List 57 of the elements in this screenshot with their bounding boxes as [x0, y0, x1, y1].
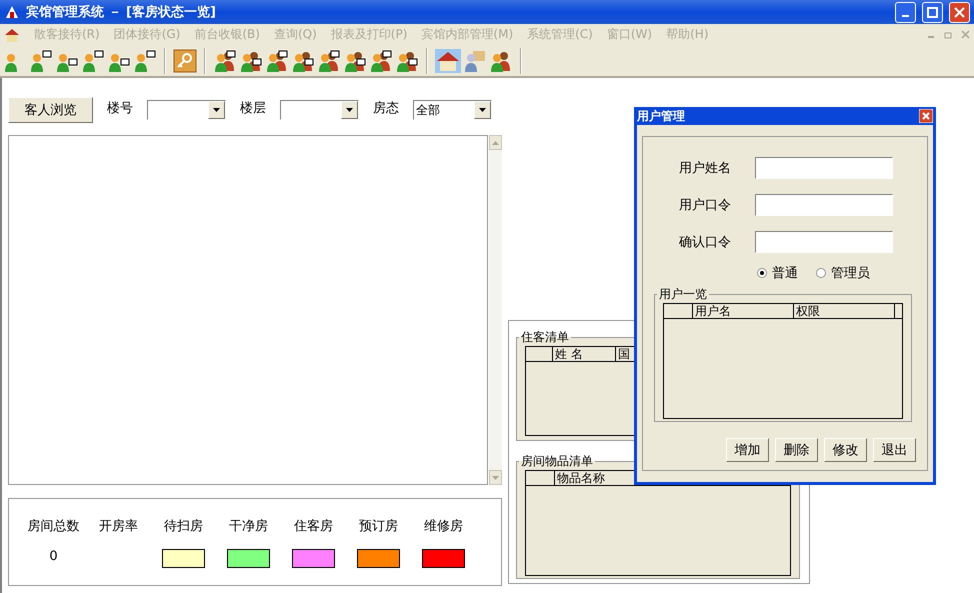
maximize-icon [927, 6, 938, 18]
group-title: 用户一览 [658, 286, 708, 303]
legend-label: 干净房 [229, 518, 268, 534]
room-count: 0 [49, 548, 58, 566]
dialog-button[interactable]: 修改 [824, 438, 867, 462]
filter-dropdown[interactable] [147, 100, 226, 120]
person-icon[interactable] [81, 48, 105, 72]
radio-icon[interactable] [757, 268, 767, 278]
key-icon[interactable] [173, 48, 197, 72]
minimize-button[interactable] [895, 2, 916, 22]
people-icon[interactable] [213, 48, 237, 72]
window-title: 宾馆管理系统 － [客房状态一览] [26, 4, 217, 21]
people-icon[interactable] [265, 48, 289, 72]
field-label: 用户姓名 [679, 160, 731, 176]
field-label: 确认口令 [679, 234, 731, 250]
group-title: 房间物品清单 [520, 453, 594, 470]
filter-dropdown[interactable]: 全部 [413, 100, 492, 120]
filter-label: 房态 [373, 100, 399, 117]
dialog-button[interactable]: 退出 [873, 438, 916, 462]
column-header[interactable]: 姓 名 [553, 347, 616, 361]
radio-icon[interactable] [816, 268, 826, 278]
filter-label: 楼层 [240, 100, 266, 117]
dialog-button[interactable]: 增加 [726, 438, 769, 462]
legend-label: 维修房 [424, 518, 463, 534]
column-header[interactable]: 权限 [794, 304, 895, 318]
dialog-title: 用户管理 [637, 108, 685, 124]
person-icon[interactable] [29, 48, 53, 72]
role-radio[interactable]: 普通 [757, 264, 798, 282]
caret-icon [213, 108, 220, 112]
browse-guests-button[interactable]: 客人浏览 [8, 97, 93, 123]
caret-icon [346, 108, 353, 112]
legend-label: 预订房 [359, 518, 398, 534]
close-button[interactable] [949, 2, 970, 22]
legend-label: 待扫房 [164, 518, 203, 534]
people-icon[interactable] [369, 48, 393, 72]
dialog-button[interactable]: 删除 [775, 438, 818, 462]
role-radio[interactable]: 管理员 [816, 264, 870, 282]
legend-label: 住客房 [294, 518, 333, 534]
input-field[interactable] [755, 230, 893, 252]
group-title: 住客清单 [520, 329, 570, 346]
close-icon [954, 6, 965, 18]
caret-icon [479, 108, 486, 112]
column-header[interactable]: 用户名 [693, 304, 794, 318]
filter-dropdown[interactable] [280, 100, 359, 120]
legend-label: 房间总数 [28, 518, 80, 534]
people-icon[interactable] [317, 48, 341, 72]
minimize-icon [902, 15, 909, 17]
legend-label: 开房率 [99, 518, 138, 534]
input-field[interactable] [755, 156, 893, 178]
house-icon[interactable] [435, 48, 461, 72]
maximize-button[interactable] [922, 2, 943, 22]
house-icon [4, 26, 20, 42]
filter-label: 楼号 [107, 100, 133, 117]
app-icon [4, 4, 20, 20]
field-label: 用户口令 [679, 196, 731, 214]
person-icon[interactable] [133, 48, 157, 72]
input-field[interactable] [755, 194, 893, 216]
